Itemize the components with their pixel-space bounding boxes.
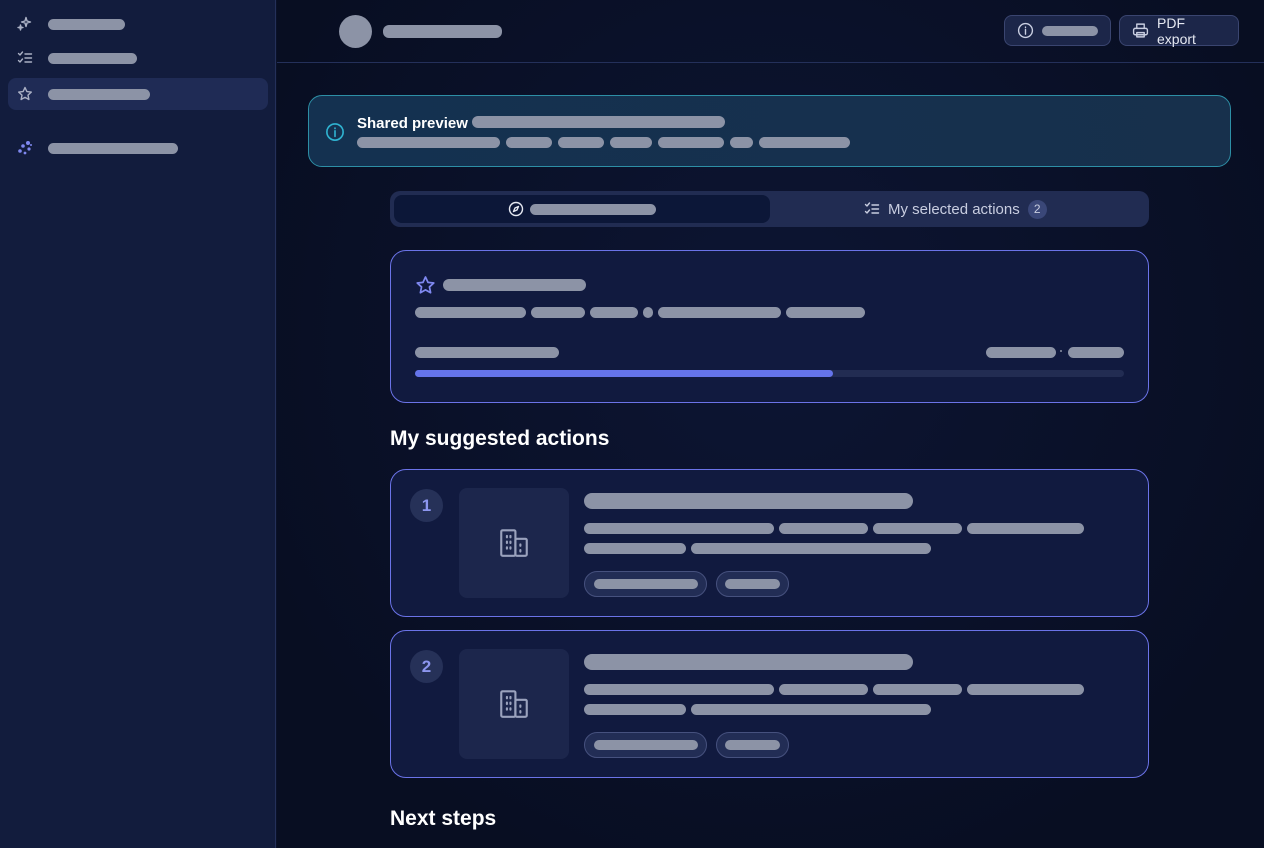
- action-number-badge: 2: [410, 650, 443, 683]
- checklist-icon: [864, 201, 880, 217]
- action-tag-pill: [584, 732, 707, 758]
- banner-title: Shared preview: [357, 115, 468, 132]
- compass-icon: [508, 201, 524, 217]
- action-tag-pill: [716, 732, 789, 758]
- info-icon: [1017, 22, 1034, 39]
- tab-explore-label-placeholder: [530, 204, 656, 215]
- progress-bar: [415, 370, 1124, 377]
- sparkles-icon: [16, 139, 34, 157]
- sidebar-item-2[interactable]: [8, 42, 268, 74]
- progress-meta-placeholder: [1068, 347, 1124, 358]
- selected-count-badge: 2: [1027, 199, 1047, 219]
- sidebar-item-label-placeholder: [48, 142, 178, 154]
- pdf-export-label: PDF export: [1157, 14, 1196, 47]
- top-bar: PDF export: [277, 0, 1264, 63]
- avatar[interactable]: [339, 15, 372, 48]
- star-icon: [16, 85, 34, 103]
- action-description-placeholder: [584, 704, 931, 715]
- sidebar: [0, 0, 276, 848]
- main-content: PDF export Shared preview My selected ac…: [277, 0, 1264, 848]
- printer-icon: [1132, 22, 1149, 39]
- progress-fill: [415, 370, 834, 377]
- action-description-placeholder: [584, 684, 1084, 695]
- sidebar-item-label-placeholder: [48, 88, 150, 100]
- action-tag-pill: [584, 571, 707, 597]
- action-title-placeholder: [584, 493, 913, 509]
- separator-dot: [1060, 350, 1062, 352]
- action-description-placeholder: [584, 523, 1084, 534]
- tab-explore[interactable]: [394, 195, 770, 223]
- pdf-export-button[interactable]: PDF export: [1119, 14, 1239, 47]
- tab-my-selected-actions[interactable]: My selected actions 2: [864, 191, 1047, 227]
- banner-title-rest-placeholder: [472, 116, 725, 128]
- summary-title-placeholder: [443, 279, 586, 291]
- action-card[interactable]: 1: [390, 469, 1149, 617]
- star-icon: [415, 275, 436, 296]
- progress-meta-placeholder: [986, 347, 1056, 358]
- sidebar-item-4[interactable]: [8, 132, 268, 164]
- action-thumbnail: [459, 488, 569, 598]
- info-button[interactable]: [1004, 15, 1111, 46]
- sidebar-item-label-placeholder: [48, 18, 125, 30]
- progress-label-placeholder: [415, 347, 559, 358]
- page-title-placeholder: [383, 25, 502, 38]
- action-title-placeholder: [584, 654, 913, 670]
- tab-selected-label: My selected actions: [888, 200, 1020, 218]
- sidebar-item-3[interactable]: [8, 78, 268, 110]
- sparkles-icon: [16, 15, 34, 33]
- summary-description-placeholder: [415, 307, 865, 318]
- section-heading-next-steps: Next steps: [390, 807, 497, 830]
- section-heading-suggested: My suggested actions: [390, 427, 610, 450]
- building-icon: [497, 687, 531, 721]
- action-tag-pill: [716, 571, 789, 597]
- sidebar-item-label-placeholder: [48, 52, 137, 64]
- action-tabs: My selected actions 2: [390, 191, 1149, 227]
- action-number-badge: 1: [410, 489, 443, 522]
- checklist-icon: [16, 49, 34, 67]
- sidebar-item-1[interactable]: [8, 8, 268, 40]
- action-thumbnail: [459, 649, 569, 759]
- building-icon: [497, 526, 531, 560]
- shared-preview-banner: Shared preview: [308, 95, 1231, 167]
- info-button-label-placeholder: [1042, 25, 1098, 36]
- summary-card: [390, 250, 1149, 403]
- action-card[interactable]: 2: [390, 630, 1149, 778]
- info-icon: [325, 122, 345, 142]
- banner-description-placeholder: [357, 137, 850, 148]
- action-description-placeholder: [584, 543, 931, 554]
